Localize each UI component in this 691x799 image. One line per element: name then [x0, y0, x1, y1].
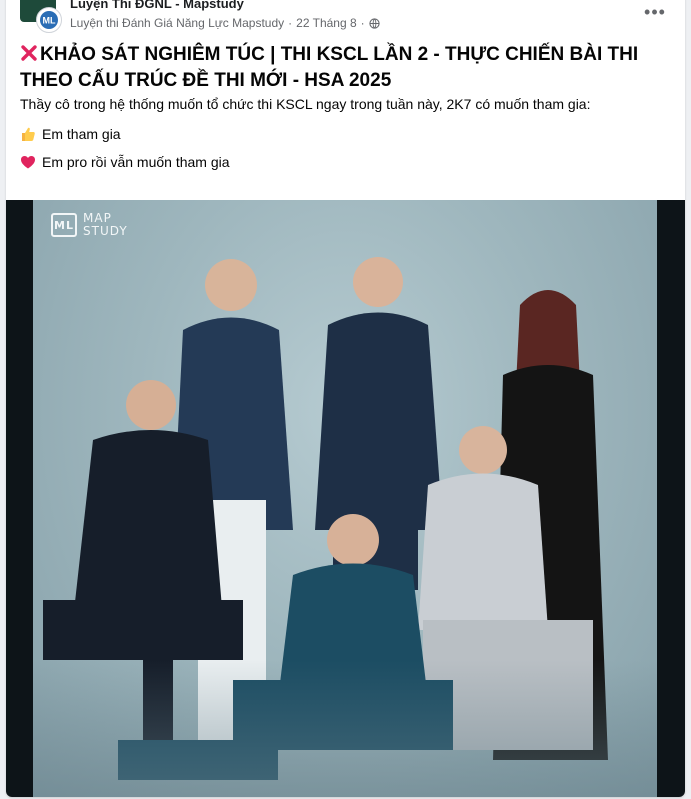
option-item: Em pro rồi vẫn muốn tham gia — [20, 154, 230, 170]
red-heart-icon — [21, 156, 35, 169]
post-photo[interactable]: ML MAP STUDY — [6, 200, 685, 797]
studio-floor — [33, 660, 657, 797]
meta-separator-2: · — [360, 16, 365, 30]
globe-icon — [369, 17, 380, 29]
meta-separator: · — [288, 16, 293, 30]
more-options-button[interactable]: ••• — [637, 0, 673, 24]
thumbs-up-icon — [22, 127, 35, 141]
mapstudy-logo-icon: ML — [40, 11, 58, 29]
group-name-link[interactable]: Luyện Thi ĐGNL - Mapstudy — [70, 0, 244, 11]
option-label: Em tham gia — [42, 126, 121, 142]
post-title-text: KHẢO SÁT NGHIÊM TÚC | THI KSCL LẦN 2 - T… — [20, 44, 639, 91]
page-avatar[interactable]: ML — [36, 7, 62, 33]
post-body: Thầy cô trong hệ thống muốn tổ chức thi … — [20, 96, 591, 112]
red-x-icon — [21, 45, 37, 61]
post-date[interactable]: 22 Tháng 8 — [296, 16, 357, 30]
svg-text:ML: ML — [43, 16, 56, 26]
post-meta: Luyện thi Đánh Giá Năng Lực Mapstudy · 2… — [70, 16, 380, 30]
author-link[interactable]: Luyện thi Đánh Giá Năng Lực Mapstudy — [70, 16, 284, 30]
post-title: KHẢO SÁT NGHIÊM TÚC | THI KSCL LẦN 2 - T… — [20, 42, 670, 94]
post-card: ML Luyện Thi ĐGNL - Mapstudy Luyện thi Đ… — [6, 0, 685, 797]
option-label: Em pro rồi vẫn muốn tham gia — [42, 154, 230, 170]
option-item: Em tham gia — [20, 126, 121, 142]
group-photo[interactable]: ML MAP STUDY — [33, 200, 657, 797]
